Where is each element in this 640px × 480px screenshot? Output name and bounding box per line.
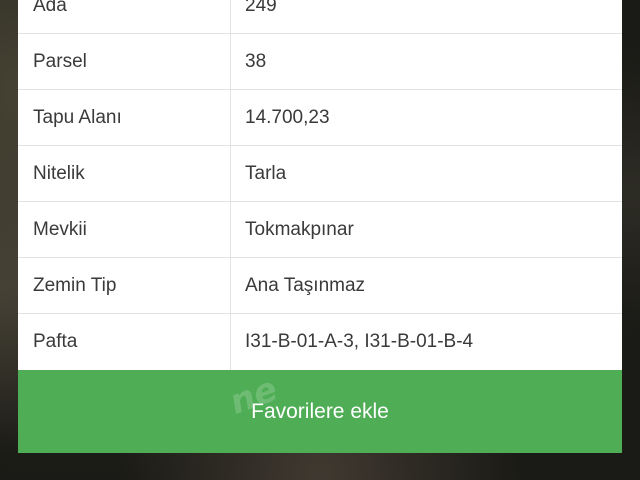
row-label-nitelik: Nitelik bbox=[18, 146, 231, 201]
row-value-parsel: 38 bbox=[245, 50, 267, 72]
row-label-ada: Ada bbox=[18, 0, 231, 33]
table-row: Ada 249 bbox=[18, 0, 622, 34]
table-row: Nitelik Tarla bbox=[18, 146, 622, 202]
parcel-info-card: Ada 249 Parsel 38 Tapu Alanı 14.700,23 N… bbox=[18, 0, 622, 453]
row-label-mevkii: Mevkii bbox=[18, 202, 231, 257]
table-row: Mevkii Tokmakpınar bbox=[18, 202, 622, 258]
row-value-pafta: I31-B-01-A-3, I31-B-01-B-4 bbox=[245, 331, 474, 352]
add-to-favorites-label: Favorilere ekle bbox=[251, 399, 389, 423]
row-label-tapu-alani: Tapu Alanı bbox=[18, 90, 231, 145]
row-value-mevkii: Tokmakpınar bbox=[245, 218, 354, 240]
table-row: Parsel 38 bbox=[18, 34, 622, 90]
row-value-ada: 249 bbox=[245, 0, 277, 16]
row-label-pafta: Pafta bbox=[18, 314, 231, 370]
row-value-nitelik: Tarla bbox=[245, 162, 287, 184]
row-label-zemin-tip: Zemin Tip bbox=[18, 258, 231, 313]
table-row: Pafta I31-B-01-A-3, I31-B-01-B-4 bbox=[18, 314, 622, 370]
row-label-parsel: Parsel bbox=[18, 34, 231, 89]
row-value-zemin-tip: Ana Taşınmaz bbox=[245, 274, 366, 296]
table-row: Tapu Alanı 14.700,23 bbox=[18, 90, 622, 146]
add-to-favorites-button[interactable]: ne Favorilere ekle bbox=[18, 370, 622, 453]
parcel-info-table: Ada 249 Parsel 38 Tapu Alanı 14.700,23 N… bbox=[18, 0, 622, 370]
row-value-tapu-alani: 14.700,23 bbox=[245, 106, 330, 128]
table-row: Zemin Tip Ana Taşınmaz bbox=[18, 258, 622, 314]
